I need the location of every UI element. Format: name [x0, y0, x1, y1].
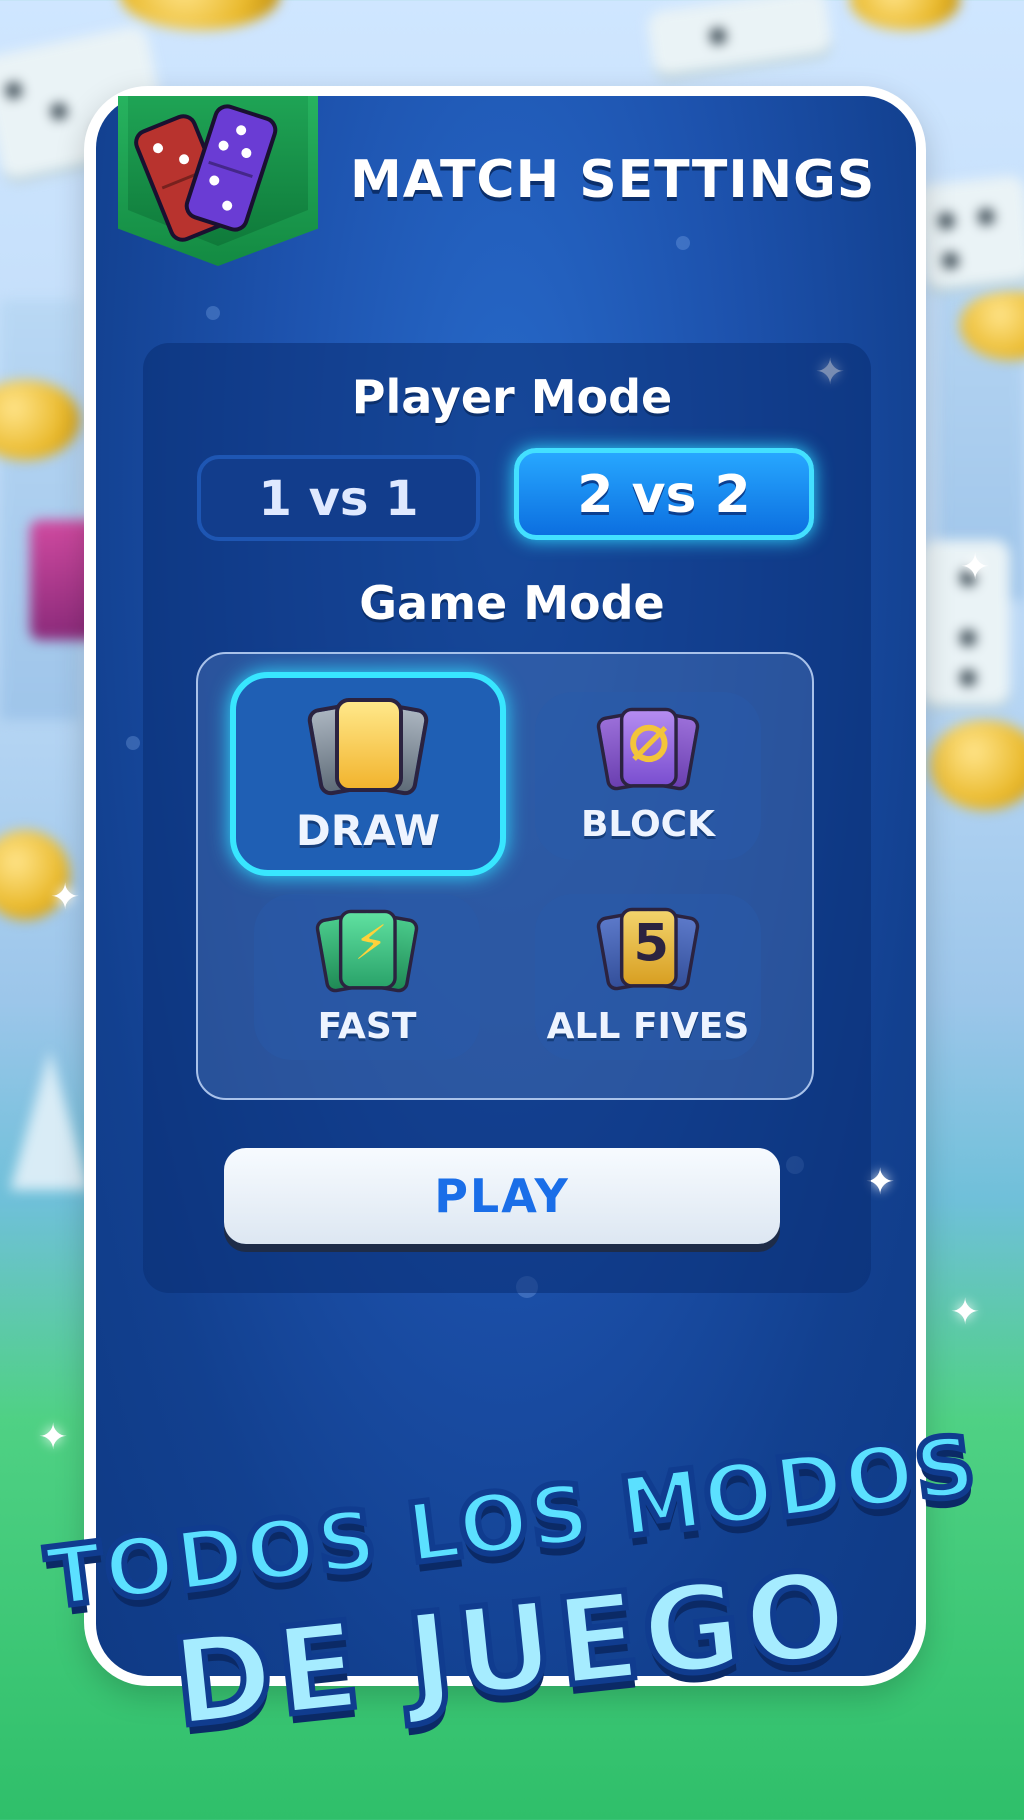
mode-label: BLOCK: [580, 804, 715, 845]
player-mode-label: Player Mode: [351, 370, 673, 424]
player-mode-2v2-button[interactable]: 2 vs 2: [514, 448, 814, 540]
mode-label: FAST: [317, 1006, 417, 1047]
mode-label: ALL FIVES: [546, 1006, 750, 1047]
game-mode-label: Game Mode: [359, 576, 665, 630]
sparkle-icon: ✦: [50, 877, 81, 918]
fast-lightning-icon: ⚡: [312, 908, 422, 1008]
page-title: MATCH SETTINGS: [350, 150, 876, 210]
draw-cards-icon: [305, 696, 431, 798]
background-coin: [120, 0, 280, 30]
game-mode-draw[interactable]: DRAW: [230, 672, 506, 876]
game-mode-fast[interactable]: ⚡ FAST: [254, 894, 480, 1060]
game-mode-block[interactable]: BLOCK: [535, 692, 761, 860]
mode-label: DRAW: [295, 806, 441, 855]
background-coin: [850, 0, 960, 30]
background-dice: [914, 174, 1024, 296]
sparkle-icon: ✦: [950, 1292, 981, 1333]
sparkle-icon: ✦: [38, 1417, 69, 1458]
player-mode-1v1-button[interactable]: 1 vs 1: [197, 455, 480, 541]
game-mode-all-fives[interactable]: 5 ALL FIVES: [535, 894, 761, 1060]
background-sailboat: [10, 1050, 90, 1190]
play-button[interactable]: PLAY: [224, 1148, 780, 1244]
background-dice: [646, 0, 834, 83]
dominoes-icon: [129, 100, 290, 246]
block-cards-icon: [593, 706, 703, 806]
background-building: [0, 300, 80, 720]
all-fives-icon: 5: [593, 906, 703, 1006]
background-coin: [930, 720, 1024, 810]
